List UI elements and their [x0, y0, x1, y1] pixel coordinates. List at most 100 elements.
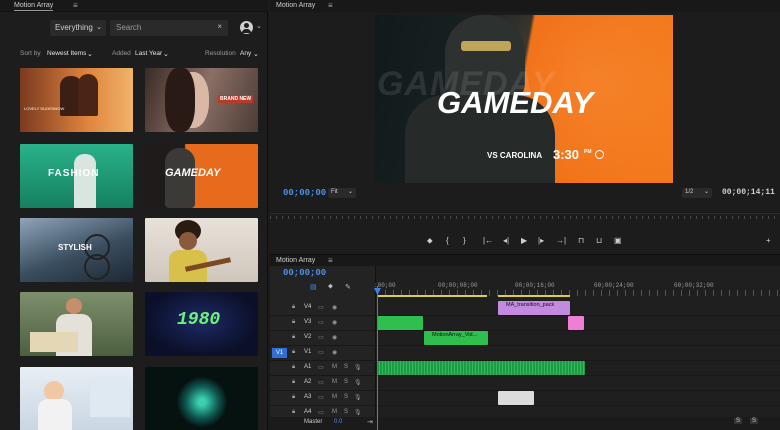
- microphone-icon[interactable]: 🎙︎: [354, 394, 362, 401]
- close-icon[interactable]: ×: [217, 22, 222, 31]
- template-thumbnail[interactable]: GAMEDAY: [145, 144, 258, 208]
- play-icon[interactable]: ▶: [521, 236, 527, 245]
- clip-audio[interactable]: [377, 361, 585, 375]
- end-icon[interactable]: ⇥: [367, 418, 373, 426]
- mute-icon[interactable]: M: [332, 364, 337, 370]
- playhead[interactable]: [377, 286, 378, 430]
- mute-icon[interactable]: M: [332, 409, 337, 415]
- search-input[interactable]: Search ×: [110, 20, 228, 36]
- sort-dropdown[interactable]: Newest Items: [47, 50, 86, 57]
- lock-icon[interactable]: 🔒︎: [292, 304, 295, 311]
- mute-icon[interactable]: M: [332, 379, 337, 385]
- lock-icon[interactable]: 🔒︎: [292, 319, 295, 326]
- insert-icon[interactable]: ⊓: [578, 236, 584, 245]
- clip-transition-pack[interactable]: MA_transition_pack: [498, 301, 570, 315]
- timeline-timecode[interactable]: 00;00;00: [283, 268, 326, 278]
- solo-icon[interactable]: S: [344, 364, 348, 370]
- microphone-icon[interactable]: 🎙︎: [354, 409, 362, 416]
- work-area-bar: [377, 295, 487, 297]
- lock-icon[interactable]: 🔒︎: [292, 379, 295, 386]
- sync-lock-icon[interactable]: ▭: [318, 379, 324, 386]
- solo-button[interactable]: S: [750, 418, 759, 424]
- track-v2: 🔒︎ V2 ▭ ◉: [270, 331, 780, 346]
- timeline-tab-title[interactable]: Motion Array: [276, 257, 315, 264]
- monitor-tab-title[interactable]: Motion Array: [276, 2, 315, 9]
- hamburger-icon[interactable]: ≡: [328, 256, 333, 265]
- thumbnail-caption: LOVELY SLIDESHOW: [24, 106, 65, 111]
- export-frame-icon[interactable]: ▣: [614, 236, 622, 245]
- lock-icon[interactable]: 🔒︎: [292, 394, 295, 401]
- step-forward-icon[interactable]: |▸: [538, 236, 544, 245]
- playback-resolution-dropdown[interactable]: 1/2 ⌄: [682, 188, 712, 198]
- go-to-out-icon[interactable]: →|: [556, 236, 566, 245]
- solo-icon[interactable]: S: [344, 409, 348, 415]
- zoom-fit-dropdown[interactable]: Fit ⌄: [328, 188, 356, 198]
- eye-icon[interactable]: ◉: [332, 334, 337, 341]
- monitor-timeruler[interactable]: [270, 213, 780, 221]
- add-button-icon[interactable]: +: [766, 236, 771, 245]
- mark-in-icon[interactable]: {: [446, 236, 449, 245]
- nest-toggle-icon[interactable]: ▤: [310, 283, 317, 291]
- sync-lock-icon[interactable]: ▭: [318, 319, 324, 326]
- solo-button[interactable]: S: [734, 418, 743, 424]
- chevron-down-icon[interactable]: ⌄: [256, 22, 262, 30]
- source-patch-v1[interactable]: V1: [272, 348, 287, 358]
- panel-tab-title[interactable]: Motion Array: [14, 2, 54, 11]
- template-thumbnail[interactable]: [145, 367, 258, 430]
- resolution-label: Resolution: [205, 50, 236, 57]
- microphone-icon[interactable]: 🎙︎: [354, 364, 362, 371]
- template-thumbnail[interactable]: FASHION: [20, 144, 133, 208]
- solo-icon[interactable]: S: [344, 394, 348, 400]
- eye-icon[interactable]: ◉: [332, 319, 337, 326]
- category-dropdown[interactable]: Everything ⌄: [50, 20, 106, 36]
- clip-audio-gray[interactable]: [498, 391, 534, 405]
- lock-icon[interactable]: 🔒︎: [292, 364, 295, 371]
- template-thumbnail[interactable]: LOVELY SLIDESHOW: [20, 68, 133, 132]
- playhead-timecode[interactable]: 00;00;00: [283, 188, 326, 198]
- track-name: V3: [304, 319, 312, 325]
- lock-icon[interactable]: 🔒︎: [292, 409, 295, 416]
- hamburger-icon[interactable]: ≡: [73, 1, 78, 10]
- video-subline: VS CAROLINA: [487, 151, 543, 160]
- sync-lock-icon[interactable]: ▭: [318, 304, 324, 311]
- resolution-dropdown[interactable]: Any: [240, 50, 251, 57]
- step-back-icon[interactable]: ◂|: [503, 236, 509, 245]
- overwrite-icon[interactable]: ⊔: [596, 236, 602, 245]
- clip-motion[interactable]: MotionArray_Vid...: [424, 331, 488, 345]
- mark-out-icon[interactable]: }: [463, 236, 466, 245]
- go-to-in-icon[interactable]: |←: [483, 236, 493, 245]
- master-volume[interactable]: 0.0: [334, 419, 342, 425]
- track-name: V2: [304, 334, 312, 340]
- solo-icon[interactable]: S: [344, 379, 348, 385]
- eye-icon[interactable]: ◉: [332, 349, 337, 356]
- sync-lock-icon[interactable]: ▭: [318, 409, 324, 416]
- eye-icon[interactable]: ◉: [332, 304, 337, 311]
- template-thumbnail[interactable]: BRAND NEW: [145, 68, 258, 132]
- added-dropdown[interactable]: Last Year: [135, 50, 162, 57]
- microphone-icon[interactable]: 🎙︎: [354, 379, 362, 386]
- mute-icon[interactable]: M: [332, 394, 337, 400]
- sync-lock-icon[interactable]: ▭: [318, 349, 324, 356]
- sync-lock-icon[interactable]: ▭: [318, 394, 324, 401]
- template-thumbnail[interactable]: [20, 367, 133, 430]
- account-icon[interactable]: [240, 21, 253, 34]
- clip-video[interactable]: [568, 316, 584, 330]
- template-thumbnail[interactable]: 1980: [145, 292, 258, 356]
- wrench-icon[interactable]: ✎: [345, 283, 351, 291]
- hamburger-icon[interactable]: ≡: [328, 1, 333, 10]
- lock-icon[interactable]: 🔒︎: [292, 334, 295, 341]
- template-thumbnail[interactable]: [20, 292, 133, 356]
- chevron-down-icon: ⌄: [253, 51, 259, 58]
- track-v3: 🔒︎ V3 ▭ ◉: [270, 316, 780, 331]
- program-video-frame[interactable]: GAMEDAY GAMEDAY VS CAROLINA 3:30 PM: [375, 15, 673, 183]
- sync-lock-icon[interactable]: ▭: [318, 364, 324, 371]
- marker-icon[interactable]: ⬥: [427, 236, 433, 246]
- template-thumbnail[interactable]: STYLISH: [20, 218, 133, 282]
- sync-lock-icon[interactable]: ▭: [318, 334, 324, 341]
- team-logo-icon: [595, 150, 604, 159]
- lock-icon[interactable]: 🔒︎: [292, 349, 295, 356]
- clip-video[interactable]: [377, 316, 423, 330]
- chevron-down-icon: ⌄: [87, 51, 93, 58]
- snap-icon[interactable]: ⬥: [328, 283, 333, 291]
- template-thumbnail[interactable]: [145, 218, 258, 282]
